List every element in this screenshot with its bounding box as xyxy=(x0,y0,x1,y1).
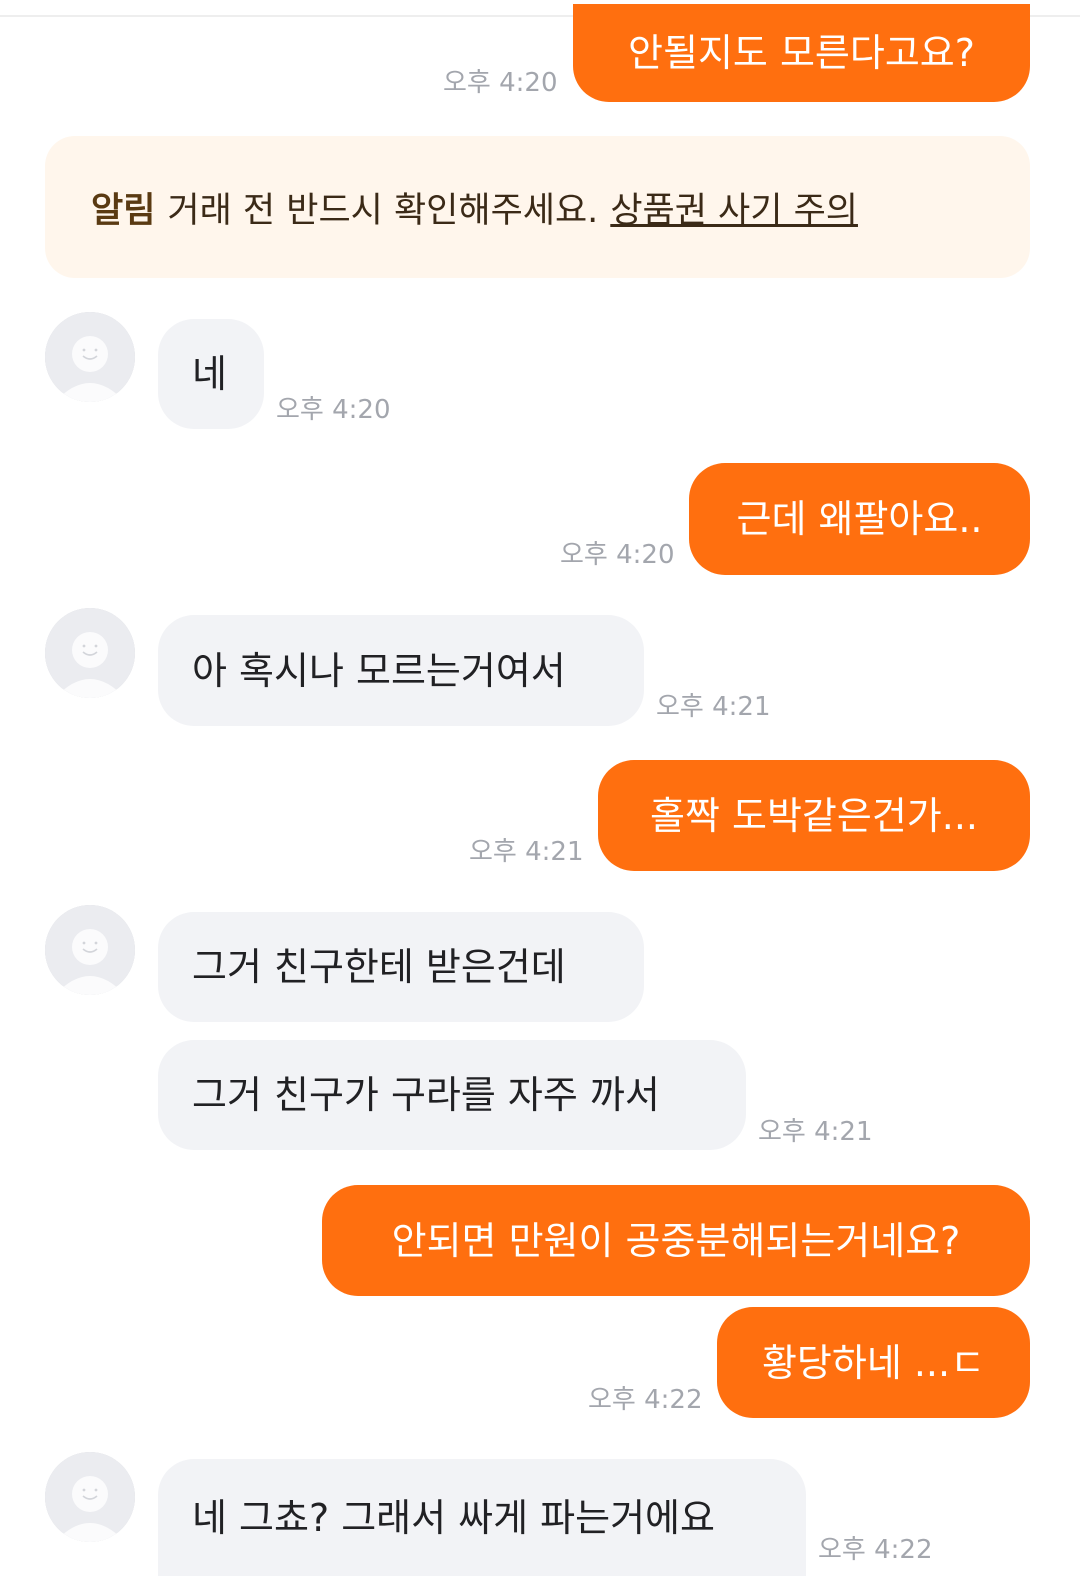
user-avatar[interactable] xyxy=(45,905,135,995)
safety-notice-banner: 알림 거래 전 반드시 확인해주세요. 상품권 사기 주의 xyxy=(45,136,1030,278)
user-avatar[interactable] xyxy=(45,312,135,402)
notice-scam-warning-link[interactable]: 상품권 사기 주의 xyxy=(610,182,858,233)
user-avatar[interactable] xyxy=(45,608,135,698)
message-time: 오후 4:21 xyxy=(469,837,584,867)
default-profile-icon xyxy=(45,608,135,698)
message-time: 오후 4:21 xyxy=(758,1117,873,1147)
my-message-bubble[interactable]: 근데 왜팔아요.. xyxy=(689,463,1030,575)
notice-text: 거래 전 반드시 확인해주세요. xyxy=(167,190,599,231)
message-time: 오후 4:20 xyxy=(560,540,675,570)
notice-label: 알림 xyxy=(91,190,156,231)
other-message-bubble[interactable]: 아 혹시나 모르는거여서 xyxy=(158,615,644,726)
default-profile-icon xyxy=(45,312,135,402)
other-message-bubble[interactable]: 네 그쵸? 그래서 싸게 파는거에요 xyxy=(158,1459,806,1576)
my-message-bubble[interactable]: 안되면 만원이 공중분해되는거네요? xyxy=(322,1185,1030,1296)
other-message-bubble[interactable]: 네 xyxy=(158,319,264,429)
message-time: 오후 4:22 xyxy=(818,1535,933,1565)
default-profile-icon xyxy=(45,1452,135,1542)
message-time: 오후 4:20 xyxy=(276,395,391,425)
my-message-bubble[interactable]: 홀짝 도박같은건가... xyxy=(598,760,1030,871)
message-time: 오후 4:21 xyxy=(656,692,771,722)
default-profile-icon xyxy=(45,905,135,995)
my-message-bubble[interactable]: 황당하네 ...ㄷ xyxy=(717,1307,1030,1418)
message-time: 오후 4:20 xyxy=(443,68,558,98)
other-message-bubble[interactable]: 그거 친구한테 받은건데 xyxy=(158,912,644,1022)
user-avatar[interactable] xyxy=(45,1452,135,1542)
my-message-bubble[interactable]: 안될지도 모른다고요? xyxy=(573,4,1030,102)
message-time: 오후 4:22 xyxy=(588,1385,703,1415)
other-message-bubble[interactable]: 그거 친구가 구라를 자주 까서 xyxy=(158,1040,746,1150)
